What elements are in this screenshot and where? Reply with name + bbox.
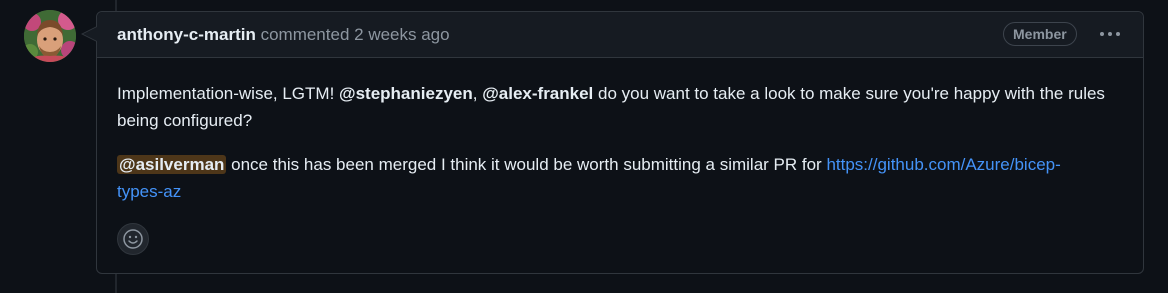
- add-reaction-button[interactable]: [117, 223, 149, 255]
- comment-timestamp[interactable]: 2 weeks ago: [354, 25, 449, 44]
- author-link[interactable]: anthony-c-martin: [117, 25, 256, 44]
- comment-box: anthony-c-martin commented 2 weeks ago M…: [81, 11, 1144, 274]
- paragraph-2-text: once this has been merged I think it wou…: [226, 155, 827, 174]
- user-avatar[interactable]: [24, 10, 76, 62]
- member-badge: Member: [1003, 22, 1077, 46]
- comment-paragraph-2: @asilverman once this has been merged I …: [117, 151, 1107, 205]
- comment-action: commented: [260, 25, 350, 44]
- comment-paragraph-1: Implementation-wise, LGTM! @stephaniezye…: [117, 80, 1107, 134]
- mention-asilverman[interactable]: @asilverman: [117, 155, 227, 174]
- comment-header-text: anthony-c-martin commented 2 weeks ago: [117, 25, 450, 45]
- mention-alex-frankel[interactable]: @alex-frankel: [482, 84, 593, 103]
- comment-header: anthony-c-martin commented 2 weeks ago M…: [97, 12, 1143, 58]
- mention-stephaniezyen[interactable]: @stephaniezyen: [339, 84, 473, 103]
- avatar-image: [24, 10, 76, 62]
- comment-caret-fill: [83, 27, 97, 41]
- paragraph-1-text-start: Implementation-wise, LGTM!: [117, 84, 340, 103]
- kebab-horizontal-icon[interactable]: [1098, 24, 1122, 44]
- comment-body: Implementation-wise, LGTM! @stephaniezye…: [117, 80, 1107, 205]
- smiley-icon: [123, 229, 143, 249]
- kebab-glyph: [1100, 32, 1120, 36]
- mention-separator: ,: [472, 84, 483, 103]
